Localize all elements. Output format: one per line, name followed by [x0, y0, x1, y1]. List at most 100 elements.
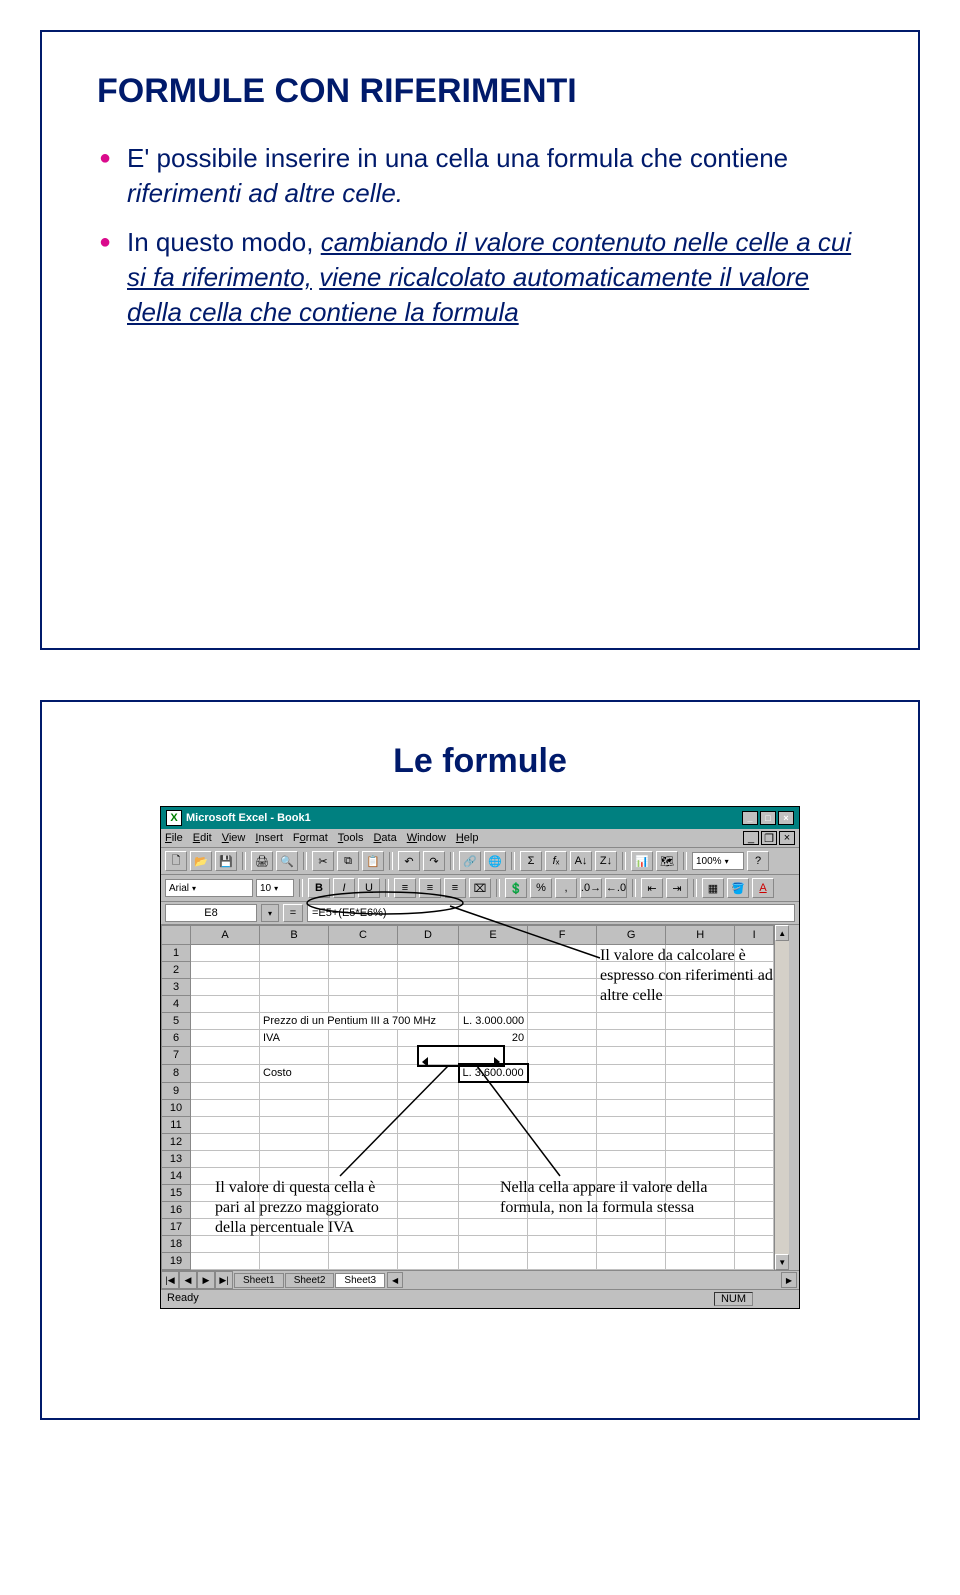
row-2[interactable]: 2 [162, 962, 191, 979]
percent-icon[interactable]: % [530, 878, 552, 898]
inc-indent-icon[interactable]: ⇥ [666, 878, 688, 898]
row-1[interactable]: 1 [162, 945, 191, 962]
map-icon[interactable]: 🗺 [656, 851, 678, 871]
row-16[interactable]: 16 [162, 1202, 191, 1219]
select-all[interactable] [162, 926, 191, 945]
new-icon[interactable]: 🗋 [165, 851, 187, 871]
menu-help[interactable]: Help [456, 832, 479, 844]
sort-desc-icon[interactable]: Z↓ [595, 851, 617, 871]
row-18[interactable]: 18 [162, 1236, 191, 1253]
preview-icon[interactable]: 🔍 [276, 851, 298, 871]
save-icon[interactable]: 💾 [215, 851, 237, 871]
row-4[interactable]: 4 [162, 996, 191, 1013]
menu-edit[interactable]: Edit [193, 832, 212, 844]
col-I[interactable]: I [735, 926, 774, 945]
cell-B6[interactable]: IVA [260, 1030, 329, 1047]
menu-insert[interactable]: Insert [255, 832, 283, 844]
autosum-icon[interactable]: Σ [520, 851, 542, 871]
size-combo[interactable]: 10 [256, 879, 294, 897]
row-13[interactable]: 13 [162, 1151, 191, 1168]
name-dropdown[interactable] [261, 904, 279, 922]
undo-icon[interactable]: ↶ [398, 851, 420, 871]
doc-restore-button[interactable]: ❐ [761, 831, 777, 845]
redo-icon[interactable]: ↷ [423, 851, 445, 871]
open-icon[interactable]: 📂 [190, 851, 212, 871]
zoom-combo[interactable]: 100% [692, 852, 744, 870]
bold-icon[interactable]: B [308, 878, 330, 898]
menu-bar[interactable]: File Edit View Insert Format Tools Data … [161, 829, 799, 848]
fill-color-icon[interactable]: 🪣 [727, 878, 749, 898]
name-box[interactable]: E8 [165, 904, 257, 922]
standard-toolbar[interactable]: 🗋 📂 💾 🖨 🔍 ✂ ⧉ 📋 ↶ ↷ 🔗 🌐 [161, 848, 799, 875]
menu-tools[interactable]: Tools [338, 832, 364, 844]
dec-decimal-icon[interactable]: ←.0 [605, 878, 627, 898]
scroll-up-button[interactable]: ▲ [775, 925, 789, 941]
row-7[interactable]: 7 [162, 1047, 191, 1065]
cell-B5[interactable]: Prezzo di un Pentium III a 700 MHz [260, 1013, 459, 1030]
row-14[interactable]: 14 [162, 1168, 191, 1185]
align-center-icon[interactable]: ≡ [419, 878, 441, 898]
tab-sheet1[interactable]: Sheet1 [234, 1273, 284, 1288]
row-17[interactable]: 17 [162, 1219, 191, 1236]
tab-prev-button[interactable]: ◀ [179, 1271, 197, 1289]
merge-icon[interactable]: ⌧ [469, 878, 491, 898]
underline-icon[interactable]: U [358, 878, 380, 898]
font-color-icon[interactable]: A [752, 878, 774, 898]
minimize-button[interactable]: _ [742, 811, 758, 825]
font-combo[interactable]: Arial [165, 879, 253, 897]
dec-indent-icon[interactable]: ⇤ [641, 878, 663, 898]
tab-strip[interactable]: |◀ ◀ ▶ ▶| Sheet1 Sheet2 Sheet3 ◀ ▶ [161, 1270, 799, 1289]
help-icon[interactable]: ? [747, 851, 769, 871]
row-6[interactable]: 6 [162, 1030, 191, 1047]
menu-format[interactable]: Format [293, 832, 328, 844]
doc-close-button[interactable]: × [779, 831, 795, 845]
tab-sheet3[interactable]: Sheet3 [335, 1273, 385, 1288]
window-buttons[interactable]: _ □ × [742, 811, 794, 825]
row-9[interactable]: 9 [162, 1082, 191, 1100]
close-button[interactable]: × [778, 811, 794, 825]
function-icon[interactable]: fₓ [545, 851, 567, 871]
cell-E6[interactable]: 20 [459, 1030, 528, 1047]
cell-E5[interactable]: L. 3.000.000 [459, 1013, 528, 1030]
row-5[interactable]: 5 [162, 1013, 191, 1030]
row-10[interactable]: 10 [162, 1100, 191, 1117]
maximize-button[interactable]: □ [760, 811, 776, 825]
tab-last-button[interactable]: ▶| [215, 1271, 233, 1289]
inc-decimal-icon[interactable]: .0→ [580, 878, 602, 898]
col-B[interactable]: B [260, 926, 329, 945]
link-icon[interactable]: 🔗 [459, 851, 481, 871]
cut-icon[interactable]: ✂ [312, 851, 334, 871]
col-F[interactable]: F [528, 926, 597, 945]
format-toolbar[interactable]: Arial 10 B I U ≡ ≡ ≡ ⌧ 💲 % , .0→ ←.0 [161, 875, 799, 902]
sort-asc-icon[interactable]: A↓ [570, 851, 592, 871]
menu-view[interactable]: View [222, 832, 246, 844]
row-11[interactable]: 11 [162, 1117, 191, 1134]
currency-icon[interactable]: 💲 [505, 878, 527, 898]
equals-button[interactable]: = [283, 904, 303, 922]
scroll-left-button[interactable]: ◀ [387, 1272, 403, 1288]
doc-minimize-button[interactable]: _ [743, 831, 759, 845]
row-8[interactable]: 8 [162, 1064, 191, 1082]
borders-icon[interactable]: ▦ [702, 878, 724, 898]
menu-file[interactable]: File [165, 832, 183, 844]
comma-icon[interactable]: , [555, 878, 577, 898]
align-right-icon[interactable]: ≡ [444, 878, 466, 898]
col-C[interactable]: C [329, 926, 398, 945]
chart-icon[interactable]: 📊 [631, 851, 653, 871]
cell-B8[interactable]: Costo [260, 1064, 329, 1082]
web-icon[interactable]: 🌐 [484, 851, 506, 871]
tab-sheet2[interactable]: Sheet2 [285, 1273, 335, 1288]
print-icon[interactable]: 🖨 [251, 851, 273, 871]
col-E[interactable]: E [459, 926, 528, 945]
menu-window[interactable]: Window [407, 832, 446, 844]
row-15[interactable]: 15 [162, 1185, 191, 1202]
col-H[interactable]: H [666, 926, 735, 945]
row-3[interactable]: 3 [162, 979, 191, 996]
col-D[interactable]: D [398, 926, 459, 945]
scroll-down-button[interactable]: ▼ [775, 1254, 789, 1270]
tab-first-button[interactable]: |◀ [161, 1271, 179, 1289]
row-19[interactable]: 19 [162, 1253, 191, 1270]
scroll-right-button[interactable]: ▶ [781, 1272, 797, 1288]
align-left-icon[interactable]: ≡ [394, 878, 416, 898]
italic-icon[interactable]: I [333, 878, 355, 898]
